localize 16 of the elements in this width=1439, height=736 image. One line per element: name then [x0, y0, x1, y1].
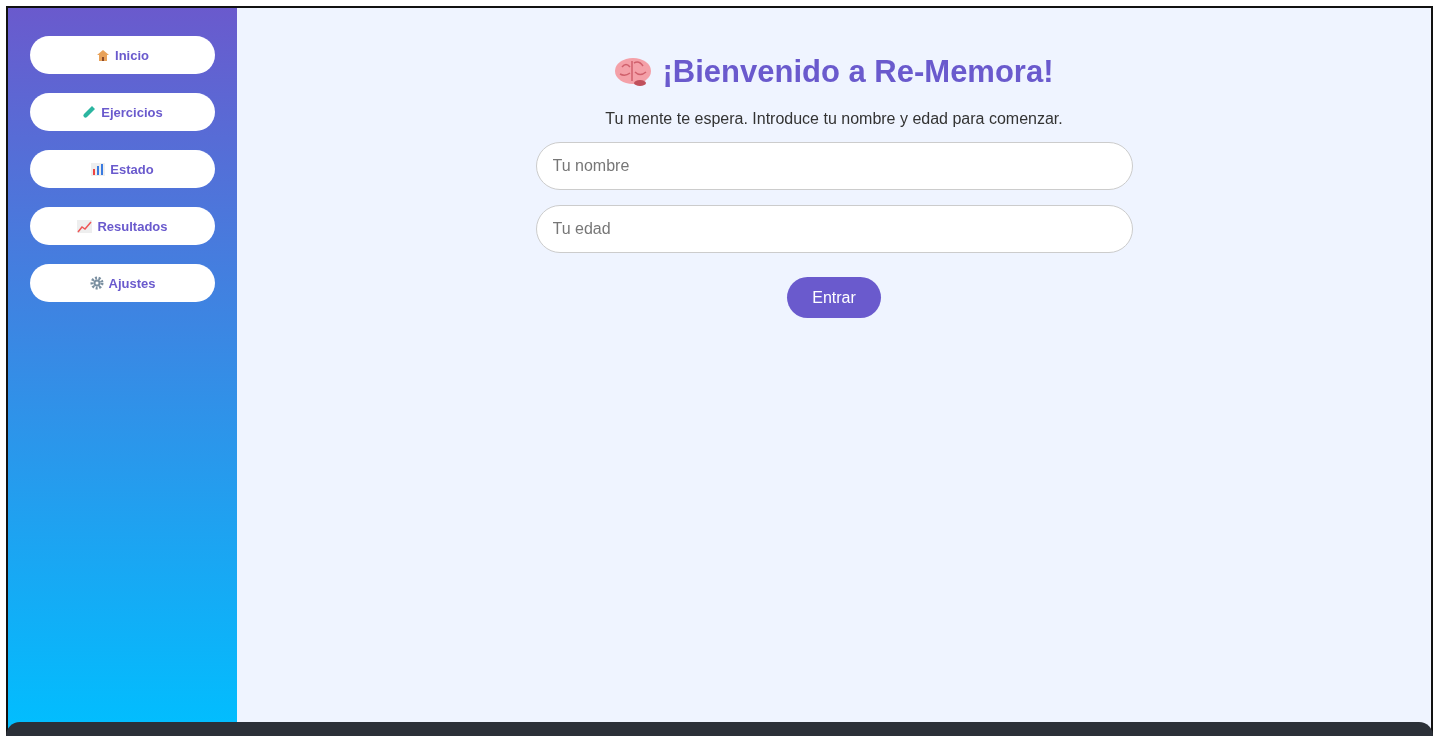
input-field[interactable]: Tu nombre [535, 142, 1133, 190]
nav-button[interactable]: Resultados [30, 207, 215, 245]
bar-chart-icon [91, 162, 106, 176]
gear-icon [89, 276, 104, 290]
brain-icon [614, 57, 653, 87]
input-field[interactable]: Tu edad [535, 205, 1133, 253]
page-title: ¡Bienvenido a Re-Memora! [662, 54, 1054, 90]
house-icon [96, 48, 110, 62]
nav-button[interactable]: Ajustes [30, 264, 215, 302]
nav-button[interactable]: Estado [30, 150, 215, 188]
nav-button[interactable]: Ejercicios [30, 93, 215, 131]
line-chart-icon [77, 219, 93, 233]
enter-button[interactable]: Entrar [787, 277, 881, 318]
test-tube-icon [82, 105, 97, 119]
nav-button[interactable]: Inicio [30, 36, 215, 74]
subtitle: Tu mente te espera. Introduce tu nombre y edad para comenzar. [605, 110, 1063, 128]
